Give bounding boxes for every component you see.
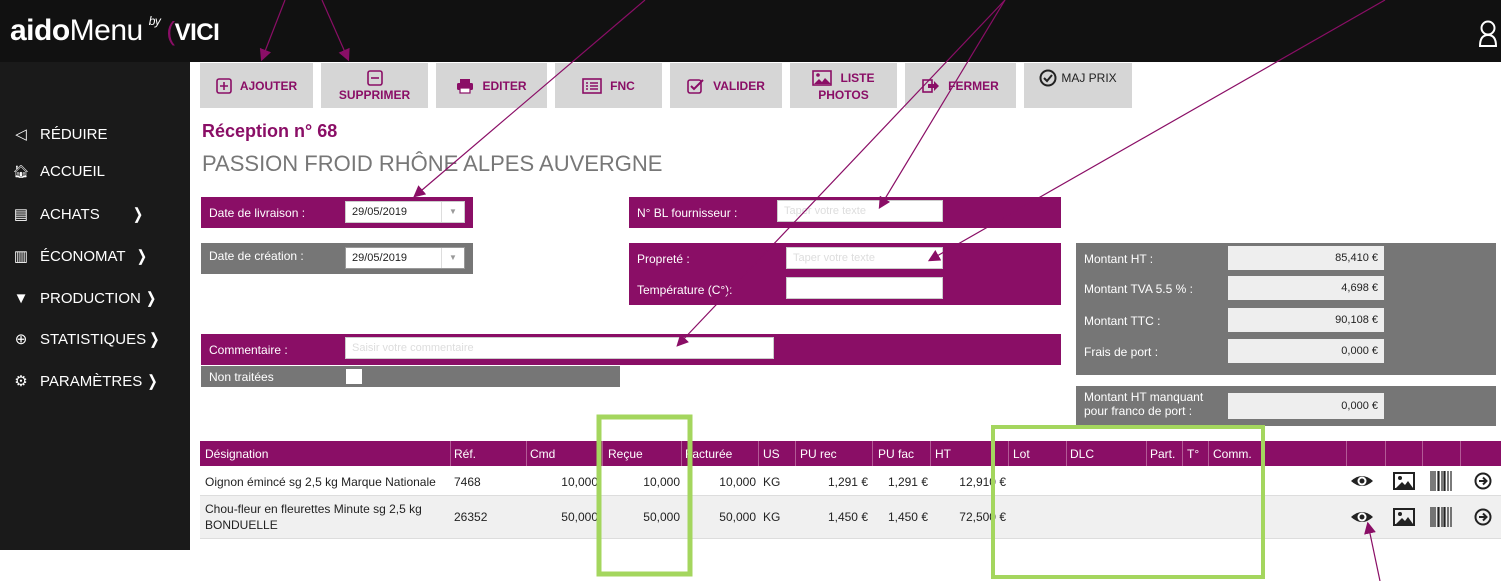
- page-title: Réception n° 68: [202, 121, 338, 141]
- ajouter-button[interactable]: AJOUTER: [200, 63, 313, 108]
- image-icon: [812, 69, 833, 86]
- image-icon[interactable]: [1393, 508, 1415, 529]
- table-header: Désignation Réf. Cmd Reçue Facturée US P…: [200, 441, 1501, 466]
- supprimer-button[interactable]: SUPPRIMER: [321, 63, 428, 108]
- list-icon: ▤: [13, 206, 29, 223]
- chevron-right-icon: ❭: [131, 206, 145, 223]
- totals-panel: Montant HT : 85,410 € Montant TVA 5.5 % …: [1076, 243, 1496, 375]
- commentaire-input[interactable]: [345, 337, 774, 359]
- sidebar: ◁ RÉDUIRE 🏠︎ ACCUEIL ▤ ACHATS ❭ ▥ ÉCONOMAT ❭ ▼…: [0, 62, 190, 550]
- date-livraison-select[interactable]: 29/05/2019 ▼: [345, 201, 465, 223]
- bl-fournisseur-input[interactable]: [777, 200, 943, 222]
- sidebar-item-reduire[interactable]: ◁ RÉDUIRE: [10, 125, 107, 143]
- plus-square-icon: [216, 77, 232, 94]
- commentaire-bar: Commentaire :: [201, 334, 1061, 365]
- maj-prix-button[interactable]: MAJ PRIX: [1024, 63, 1132, 108]
- temperature-input[interactable]: [786, 277, 943, 299]
- chevron-right-icon: ❭: [148, 331, 161, 348]
- frais-port-row: Frais de port : 0,000 €: [1076, 339, 1496, 365]
- valider-button[interactable]: VALIDER: [670, 63, 782, 108]
- montant-tva-row: Montant TVA 5.5 % : 4,698 €: [1076, 276, 1496, 302]
- eye-icon[interactable]: [1350, 508, 1374, 529]
- image-icon[interactable]: [1393, 472, 1415, 493]
- liste-photos-button[interactable]: LISTE PHOTOS: [790, 63, 897, 108]
- user-icon[interactable]: [1478, 20, 1498, 51]
- proprete-input[interactable]: [786, 247, 943, 269]
- montant-ht-row: Montant HT : 85,410 €: [1076, 246, 1496, 272]
- chevron-right-icon: ❭: [146, 373, 159, 390]
- list-box-icon: [582, 77, 602, 94]
- sidebar-item-accueil[interactable]: 🏠︎ ACCUEIL: [10, 163, 105, 180]
- triangle-down-icon: ▼: [13, 290, 29, 307]
- caret-down-icon: ▼: [441, 202, 464, 222]
- bar-chart-icon: ▥: [13, 248, 29, 265]
- editer-button[interactable]: EDITER: [436, 63, 547, 108]
- bl-fournisseur-bar: N° BL fournisseur :: [629, 197, 1061, 228]
- sidebar-item-production[interactable]: ▼ PRODUCTION ❭: [10, 289, 158, 307]
- chevron-left-icon: ◁: [15, 126, 27, 143]
- proprete-temperature-bar: Propreté : Température (C°):: [629, 243, 1061, 305]
- arrow-circle-right-icon[interactable]: [1474, 472, 1492, 493]
- date-livraison-bar: Date de livraison : 29/05/2019 ▼: [201, 197, 473, 228]
- caret-down-icon: ▼: [441, 248, 464, 268]
- montant-manquant-panel: Montant HT manquant pour franco de port :…: [1076, 386, 1496, 426]
- sidebar-item-achats[interactable]: ▤ ACHATS ❭: [10, 205, 144, 223]
- exit-icon: [922, 78, 940, 93]
- barcode-icon[interactable]: [1430, 471, 1452, 494]
- date-creation-bar: Date de création : 29/05/2019 ▼: [201, 243, 473, 274]
- check-circle-icon: [1039, 69, 1057, 87]
- eye-icon[interactable]: [1350, 472, 1374, 493]
- non-traitees-bar: Non traitées: [201, 366, 620, 387]
- chevron-right-icon: ❭: [144, 290, 158, 307]
- globe-icon: ⊕: [14, 331, 28, 348]
- gears-icon: ⚙: [14, 373, 28, 390]
- app-logo: aidoMenu by (VICI: [10, 14, 220, 47]
- fnc-button[interactable]: FNC: [555, 63, 662, 108]
- table-row[interactable]: Chou-fleur en fleurettes Minute sg 2,5 k…: [200, 496, 1501, 539]
- montant-ttc-row: Montant TTC : 90,108 €: [1076, 308, 1496, 334]
- table-row[interactable]: Oignon émincé sg 2,5 kg Marque Nationale…: [200, 467, 1501, 496]
- arrow-circle-right-icon[interactable]: [1474, 508, 1492, 529]
- check-square-icon: [687, 78, 704, 94]
- home-icon: 🏠︎: [12, 164, 30, 179]
- chevron-right-icon: ❭: [135, 248, 149, 265]
- top-bar: aidoMenu by (VICI: [0, 0, 1501, 62]
- date-creation-select[interactable]: 29/05/2019 ▼: [345, 247, 465, 269]
- supplier-name: PASSION FROID RHÔNE ALPES AUVERGNE: [202, 151, 663, 176]
- sidebar-item-parametres[interactable]: ⚙ PARAMÈTRES ❭: [10, 372, 159, 390]
- sidebar-item-economat[interactable]: ▥ ÉCONOMAT ❭: [10, 247, 148, 265]
- printer-icon: [457, 78, 474, 94]
- minus-square-icon: [366, 69, 383, 86]
- fermer-button[interactable]: FERMER: [905, 63, 1016, 108]
- sidebar-item-statistiques[interactable]: ⊕ STATISTIQUES ❭: [10, 330, 161, 348]
- barcode-icon[interactable]: [1430, 507, 1452, 530]
- non-traitees-checkbox[interactable]: [346, 369, 362, 384]
